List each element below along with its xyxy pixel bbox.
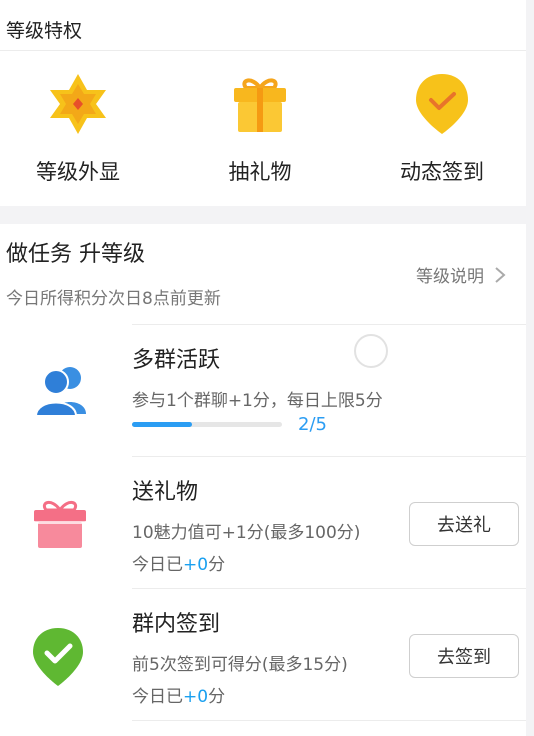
- task-name: 群内签到: [132, 612, 221, 637]
- privilege-label: 抽礼物: [228, 160, 292, 184]
- divider: [0, 50, 526, 51]
- privileges-title: 等级特权: [6, 20, 83, 42]
- task-progress-text: 2/5: [298, 414, 327, 435]
- tasks-subtitle: 今日所得积分次日8点前更新: [6, 289, 221, 309]
- privilege-level-display[interactable]: 等级外显: [0, 72, 168, 186]
- checkin-button[interactable]: 去签到: [409, 634, 519, 678]
- task-description: 10魅力值可+1分(最多100分): [132, 523, 361, 543]
- task-name: 多群活跃: [132, 348, 221, 373]
- divider: [132, 456, 526, 457]
- star-badge-icon: [46, 72, 110, 136]
- privilege-draw-gift[interactable]: 抽礼物: [170, 72, 350, 186]
- level-link-label: 等级说明: [416, 267, 484, 287]
- privilege-dynamic-checkin[interactable]: 动态签到: [352, 72, 532, 186]
- divider: [132, 324, 526, 325]
- task-progress-bar: [132, 422, 282, 427]
- task-description: 前5次签到可得分(最多15分): [132, 655, 348, 675]
- tasks-title: 做任务 升等级: [6, 242, 145, 267]
- loading-spinner-icon: [354, 334, 388, 368]
- send-gift-button[interactable]: 去送礼: [409, 502, 519, 546]
- section-gap: [0, 206, 534, 224]
- privilege-label: 等级外显: [36, 160, 120, 184]
- divider: [132, 720, 526, 721]
- privilege-label: 动态签到: [400, 160, 484, 184]
- task-description: 参与1个群聊+1分，每日上限5分: [132, 391, 383, 411]
- progress-fill: [132, 422, 192, 427]
- location-check-icon: [410, 72, 474, 136]
- level-explanation-link[interactable]: 等级说明: [416, 262, 506, 287]
- task-today-points: 今日已+0分: [132, 687, 226, 707]
- checkin-pin-icon: [28, 626, 88, 686]
- task-name: 送礼物: [132, 480, 199, 505]
- users-icon: [32, 362, 92, 422]
- gift-box-icon: [228, 72, 292, 136]
- divider: [132, 588, 526, 589]
- task-today-points: 今日已+0分: [132, 555, 226, 575]
- chevron-right-icon: [495, 266, 506, 283]
- gift-icon: [30, 494, 90, 554]
